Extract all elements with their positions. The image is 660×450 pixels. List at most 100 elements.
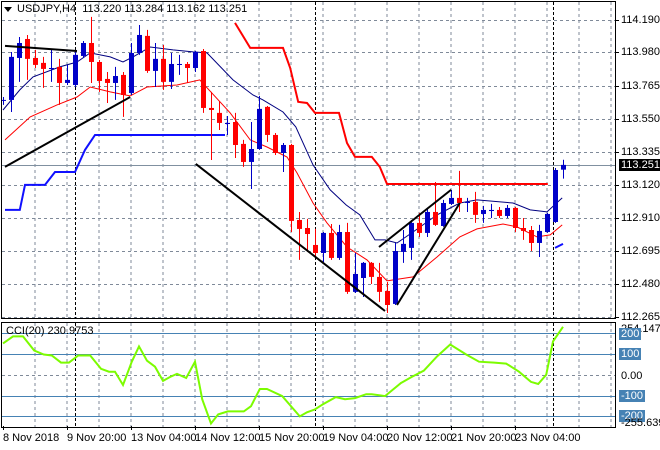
trendlines[interactable] [4,44,461,312]
price-tick-label: 113.550 [621,113,660,125]
candle-body-bear [273,134,278,154]
candle-body-bear [217,112,222,123]
candle-body-bear [265,106,270,135]
candle-body-bull [169,63,174,82]
candle-body-bull [361,262,366,278]
lower-channel-line [554,243,564,249]
candle-body-bear [513,207,518,228]
candle-body-bear [305,227,310,235]
candle-body-bear [97,61,102,81]
candle-body-bull [177,63,182,65]
time-label: 21 Nov 20:00 [451,432,517,444]
candle-body-bull [81,42,86,56]
candle-body-bull [449,197,454,204]
candle-body-bull [281,144,286,154]
price-tick-label: 113.335 [621,146,660,158]
candle-body-bull [505,207,510,216]
lower-channel-line [5,134,225,211]
ohlc-label: 113.220 113.284 113.162 113.251 [82,3,248,15]
chart-canvas[interactable] [0,0,660,450]
candle-body-bear [289,144,294,221]
price-tick-label: 113.765 [621,80,660,92]
candle-body-bear [417,222,422,233]
candle-body-bear [497,209,502,216]
candle-body-bull [129,53,134,93]
moving-average-fast [4,79,563,282]
candle-body-bear [145,35,150,71]
candle-body-bear [121,74,126,95]
candle-body-bear [161,58,166,82]
time-label: 20 Nov 12:00 [387,432,453,444]
candles [1,16,566,314]
candle-body-bull [545,213,550,233]
time-tick [131,426,132,430]
chart-header: USDJPY,H4 113.220 113.284 113.162 113.25… [4,3,247,15]
cci-min-label: -255.6394 [621,417,660,429]
cci-level-200-label: 200 [619,328,642,340]
candle-body-bear [473,201,478,215]
candle-body-bear [201,51,206,108]
grid [2,2,619,427]
price-tick-label: 114.190 [621,14,660,26]
candle-body-bear [369,262,374,277]
candle-body-bear [57,66,62,83]
price-tick-label: 112.480 [621,278,660,290]
candle-body-bull [321,232,326,253]
candle-body-bear [297,219,302,229]
candle-body-bull [337,232,342,258]
candle-body-bear [521,227,526,231]
candle-body-bull [193,51,198,68]
candle-body-bull [409,222,414,248]
symbol-label: USDJPY,H4 [17,3,77,15]
candle-body-bear [209,107,214,110]
candle-body-bull [401,243,406,252]
price-tick-label: 113.980 [621,46,660,58]
candle-body-bear [105,78,110,83]
candle-body-bull [257,108,262,149]
time-tick [67,426,68,430]
cci-level-100-label: 100 [619,348,642,360]
candle-body-bear [457,197,462,203]
time-label: 13 Nov 04:00 [131,432,197,444]
candle-body-bull [249,148,254,162]
candle-body-bull [49,67,54,69]
candle-body-bear [433,211,438,225]
time-label: 19 Nov 04:00 [323,432,389,444]
candle-body-bear [241,143,246,162]
candle-body-bull [113,76,118,83]
candle-body-bear [25,38,30,59]
candle-body-bear [233,121,238,145]
candle-body-bull [73,54,78,85]
candle-body-bear [185,63,190,68]
dropdown-triangle-icon[interactable] [4,6,12,12]
price-tick-label: 112.910 [621,212,660,224]
cci-zero-label: 0.00 [621,370,643,382]
candle-body-bear [529,230,534,243]
candle-body-bull [425,211,430,233]
time-label: 23 Nov 04:00 [515,432,581,444]
candle-body-bull [481,209,486,214]
candle-body-bull [465,201,470,203]
price-tick-label: 113.120 [621,179,660,191]
time-tick [323,426,324,430]
time-label: 14 Nov 12:00 [195,432,261,444]
time-tick [515,426,516,430]
time-label: 8 Nov 2018 [3,432,60,444]
time-tick [259,426,260,430]
candle-body-bear [89,42,94,62]
candle-body-bull [489,209,494,212]
cci-level-minus100-label: -100 [619,390,646,402]
candle-body-bull [553,169,558,222]
candle-body-bull [225,122,230,124]
time-tick [195,426,196,430]
candle-body-bull [153,58,158,71]
price-tick-label: 112.265 [621,311,660,323]
period-separators [2,2,615,427]
candle-body-bull [441,202,446,226]
candle-body-bull [9,56,14,100]
time-tick [3,426,4,430]
candle-body-bear [385,290,390,305]
price-tick-label: 112.695 [621,245,660,257]
trendline [4,44,78,53]
time-label: 9 Nov 20:00 [67,432,127,444]
